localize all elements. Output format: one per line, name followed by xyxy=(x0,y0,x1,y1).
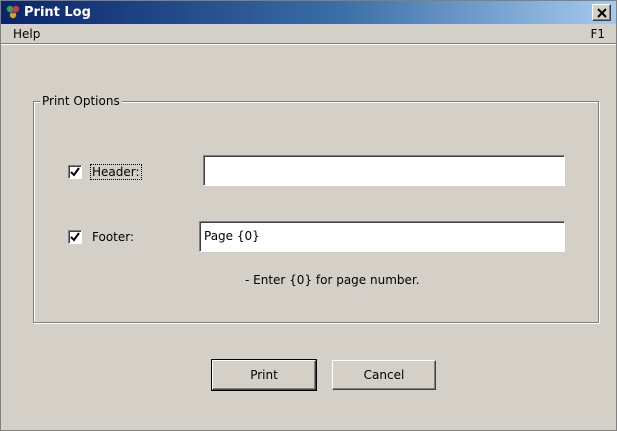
help-shortcut-label: F1 xyxy=(590,27,605,41)
print-options-label: Print Options xyxy=(40,94,122,108)
cancel-button[interactable]: Cancel xyxy=(332,360,436,390)
header-text-input[interactable] xyxy=(203,155,565,186)
header-checkbox[interactable] xyxy=(68,165,82,179)
footer-text-input[interactable]: Page {0} xyxy=(199,221,565,252)
window-title: Print Log xyxy=(24,5,91,20)
print-button[interactable]: Print xyxy=(211,359,317,391)
menu-bar: Help F1 xyxy=(1,24,616,44)
header-label[interactable]: Header: xyxy=(90,164,142,180)
menu-item-help[interactable]: Help xyxy=(13,26,40,42)
close-button[interactable] xyxy=(592,4,611,21)
close-icon xyxy=(596,7,607,22)
title-bar[interactable]: Print Log xyxy=(1,1,616,24)
print-log-dialog: Print Log Help F1 Print Options Header: xyxy=(0,0,617,431)
footer-label[interactable]: Footer: xyxy=(92,229,134,245)
footer-checkbox[interactable] xyxy=(68,230,82,244)
print-options-group xyxy=(33,101,599,323)
footer-hint-text: - Enter {0} for page number. xyxy=(245,273,420,287)
app-logo-icon xyxy=(5,4,21,20)
